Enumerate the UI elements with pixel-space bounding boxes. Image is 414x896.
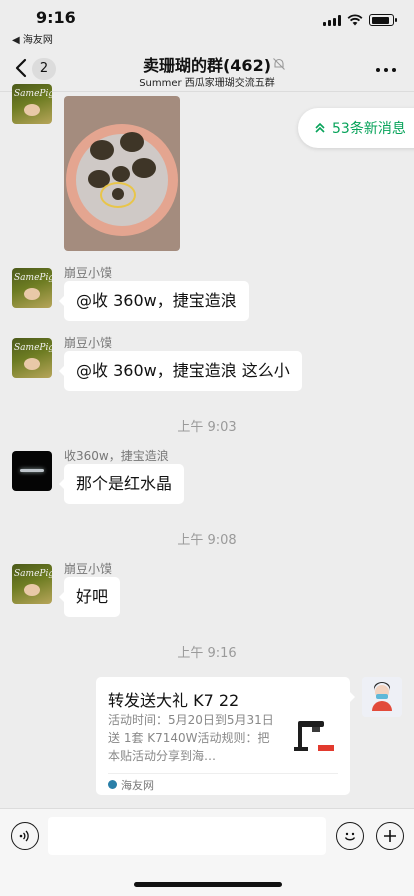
card-source: 海友网 <box>108 773 338 795</box>
sender-name: 收360w，捷宝造浪 <box>64 449 169 463</box>
wifi-icon <box>347 14 363 26</box>
time-separator: 上午 9:16 <box>177 646 237 661</box>
chat-header: 2 卖珊瑚的群(462) Summer 西瓜家珊瑚交流五群 <box>0 46 414 92</box>
plus-icon <box>384 830 396 842</box>
message-bubble[interactable]: 好吧 <box>58 577 121 617</box>
link-card-message[interactable]: 转发送大礼 K7 22 活动时间：5月20日到5月31日送 1套 K7140W活… <box>96 677 355 795</box>
battery-fill <box>371 16 389 24</box>
sender-name: 崩豆小馍 <box>64 336 113 350</box>
sender-avatar[interactable]: SamePig <box>12 564 52 604</box>
status-time: 9:16 <box>36 8 76 27</box>
card-thumbnail-image <box>294 721 334 751</box>
highlight-circle <box>100 182 136 208</box>
status-icons <box>323 14 397 26</box>
sender-avatar[interactable]: SamePig <box>12 338 52 378</box>
status-bar: 9:16 ◀ 海友网 <box>0 0 414 46</box>
time-separator: 上午 9:03 <box>177 420 237 435</box>
my-avatar[interactable] <box>362 677 402 717</box>
sender-name: 崩豆小馍 <box>64 562 113 576</box>
new-messages-label: 53条新消息 <box>332 121 406 137</box>
signal-icon <box>323 14 341 26</box>
message-bubble[interactable]: 那个是红水晶 <box>58 464 185 504</box>
card-source-label: 海友网 <box>121 778 154 792</box>
sender-avatar[interactable] <box>12 451 52 491</box>
message-bubble[interactable]: @收 360w，捷宝造浪 这么小 <box>59 351 302 391</box>
muted-bell-icon <box>273 58 285 70</box>
sender-avatar[interactable]: SamePig <box>12 84 52 124</box>
time-separator: 上午 9:08 <box>177 533 237 548</box>
home-indicator <box>134 882 282 887</box>
sender-avatar[interactable]: SamePig <box>12 268 52 308</box>
new-messages-button[interactable]: 53条新消息 <box>298 108 414 148</box>
voice-input-button[interactable] <box>11 822 39 850</box>
back-to-app-link[interactable]: ◀ 海友网 <box>12 31 53 46</box>
message-text-field[interactable] <box>48 817 326 855</box>
voice-icon <box>19 830 29 842</box>
battery-icon <box>369 14 397 26</box>
source-logo-icon <box>108 780 117 789</box>
image-message[interactable] <box>64 96 180 251</box>
card-title: 转发送大礼 K7 22 <box>108 691 240 710</box>
sender-name: 崩豆小馍 <box>64 266 113 280</box>
message-bubble[interactable]: @收 360w，捷宝造浪 <box>59 281 249 321</box>
more-options-icon[interactable] <box>376 68 396 72</box>
emoji-button[interactable] <box>336 822 364 850</box>
double-chevron-up-icon <box>315 122 325 133</box>
chat-title: 卖珊瑚的群(462) <box>142 56 272 75</box>
emoji-icon <box>344 832 356 841</box>
chat-subtitle: Summer 西瓜家珊瑚交流五群 <box>139 78 275 89</box>
card-description: 活动时间：5月20日到5月31日送 1套 K7140W活动规则：把本贴活动分享到… <box>108 713 274 763</box>
more-functions-button[interactable] <box>376 822 404 850</box>
